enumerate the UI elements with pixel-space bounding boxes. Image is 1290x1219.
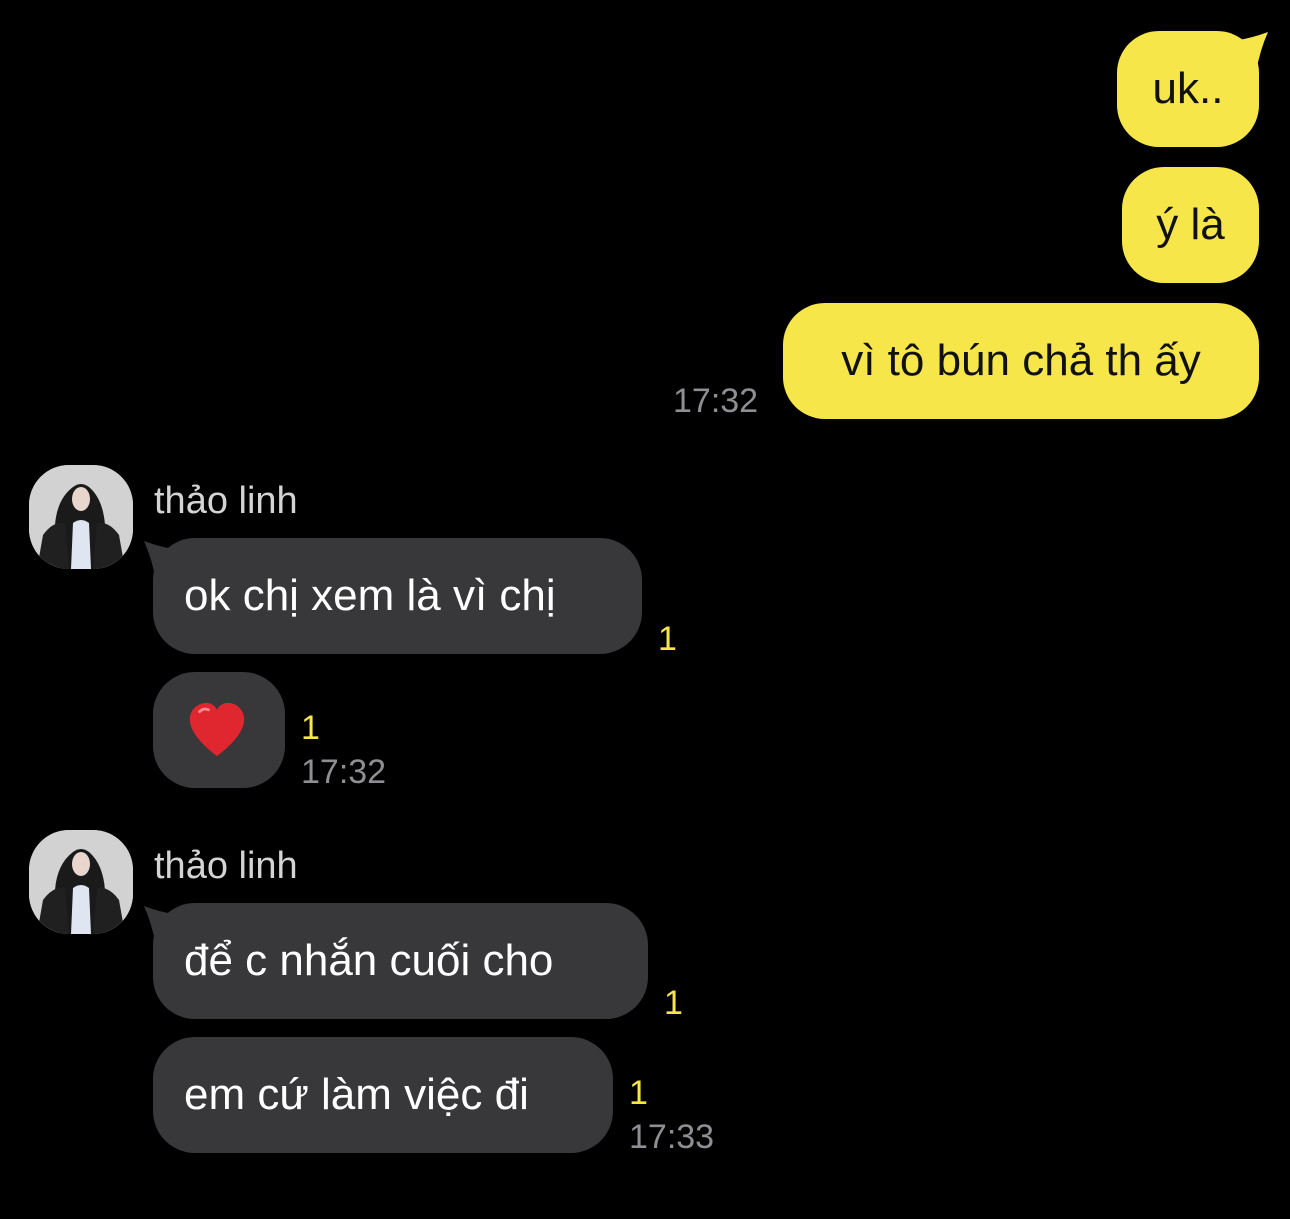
message-text: vì tô bún chả th ấy bbox=[841, 336, 1201, 385]
outgoing-message-bubble[interactable]: uk.. bbox=[1117, 31, 1259, 147]
incoming-message-bubble[interactable]: ok chị xem là vì chị bbox=[153, 538, 642, 654]
message-timestamp: 17:32 bbox=[673, 382, 759, 420]
message-timestamp: 17:33 bbox=[629, 1118, 715, 1156]
incoming-message-bubble[interactable]: để c nhắn cuối cho bbox=[153, 903, 648, 1019]
message-text: để c nhắn cuối cho bbox=[184, 936, 554, 985]
outgoing-message-bubble[interactable]: ý là bbox=[1122, 167, 1259, 283]
message-text: em cứ làm việc đi bbox=[184, 1070, 529, 1119]
sender-name: thảo linh bbox=[154, 845, 298, 887]
red-heart-icon bbox=[189, 702, 245, 757]
outgoing-message-bubble[interactable]: vì tô bún chả th ấy bbox=[783, 303, 1259, 419]
incoming-message-bubble[interactable]: em cứ làm việc đi bbox=[153, 1037, 613, 1153]
message-text: ok chị xem là vì chị bbox=[184, 571, 556, 620]
unread-count: 1 bbox=[301, 709, 320, 747]
message-timestamp: 17:32 bbox=[301, 753, 387, 791]
sender-name: thảo linh bbox=[154, 480, 298, 522]
avatar-image bbox=[29, 830, 133, 934]
message-text: uk.. bbox=[1152, 64, 1224, 113]
avatar[interactable] bbox=[29, 830, 133, 934]
unread-count: 1 bbox=[629, 1074, 648, 1112]
message-text: ý là bbox=[1156, 200, 1225, 249]
unread-count: 1 bbox=[664, 984, 683, 1022]
unread-count: 1 bbox=[658, 620, 677, 658]
avatar-image bbox=[29, 465, 133, 569]
avatar[interactable] bbox=[29, 465, 133, 569]
